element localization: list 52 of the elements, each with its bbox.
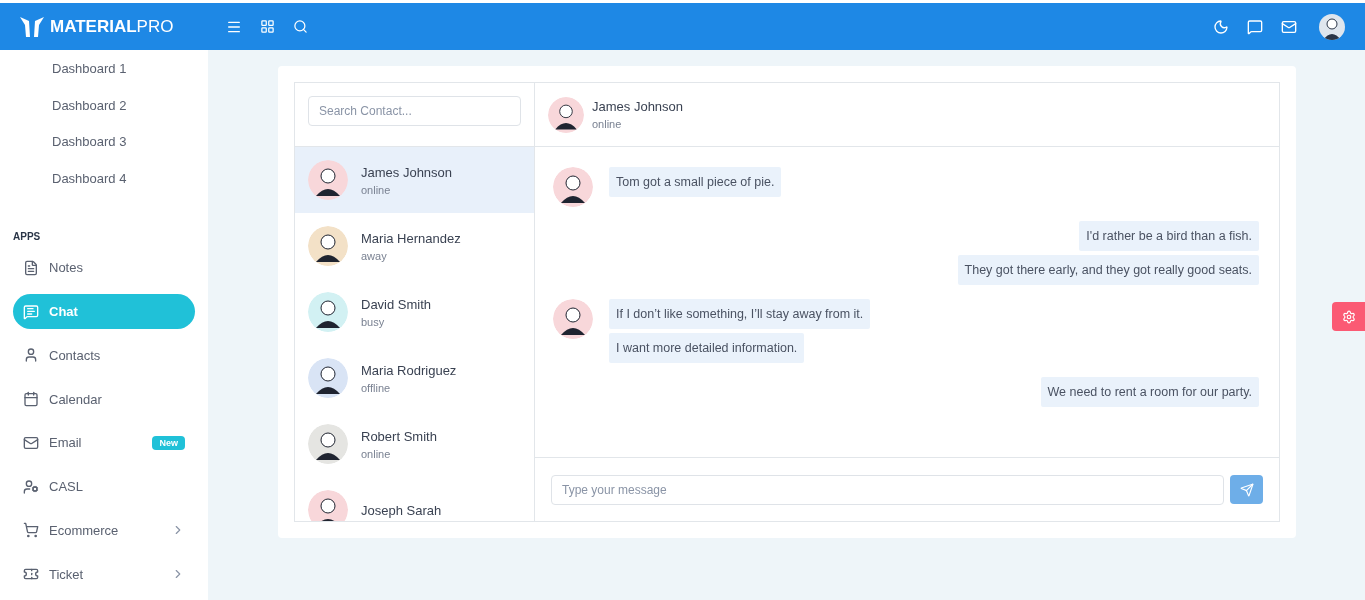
message-bubble: They got there early, and they got really good seats. xyxy=(957,255,1259,285)
avatar xyxy=(548,96,584,133)
contact-name: David Smith xyxy=(361,296,432,312)
calendar-icon xyxy=(23,391,39,408)
document-icon xyxy=(23,259,39,276)
sidebar-link[interactable]: Dashboard 1 xyxy=(13,50,195,87)
logo-text: MATERIALPRO xyxy=(50,16,174,37)
cart-icon xyxy=(23,522,39,539)
search-field[interactable]: Search Contact... xyxy=(308,96,521,126)
sidebar-item[interactable]: Ticket xyxy=(13,556,195,593)
send-icon xyxy=(1239,482,1254,497)
message-bubble: We need to rent a room for our party. xyxy=(1040,377,1259,407)
avatar xyxy=(553,167,593,207)
message-field[interactable]: Type your message xyxy=(551,474,1225,505)
sidebar-item[interactable]: Email New xyxy=(13,425,195,461)
gear-icon xyxy=(1341,309,1356,324)
new-badge: New xyxy=(152,435,185,450)
sidebar-item[interactable]: Contacts xyxy=(13,337,195,374)
contact-status: online xyxy=(361,447,392,460)
user-gear-icon xyxy=(23,478,39,495)
message-bubble: I'd rather be a bird than a fish. xyxy=(1079,221,1259,251)
chat-contact-name: James Johnson xyxy=(592,99,684,114)
chat-icon xyxy=(23,303,39,320)
chat-contact-status: online xyxy=(592,118,623,130)
contact-name: Robert Smith xyxy=(361,428,437,444)
message-bubble: I want more detailed information. xyxy=(609,333,805,363)
contact-status: offline xyxy=(361,381,392,394)
sidebar-link[interactable]: Dashboard 2 xyxy=(13,86,195,124)
sidebar-item[interactable]: Notes xyxy=(13,249,195,286)
contact-status: online xyxy=(361,183,392,196)
contact-status: busy xyxy=(361,315,386,328)
logo-icon xyxy=(20,16,44,37)
contact-name: Maria Rodriguez xyxy=(361,362,457,378)
person-icon xyxy=(23,347,39,364)
sidebar-item[interactable]: Calendar xyxy=(13,381,195,417)
avatar xyxy=(553,299,593,339)
sidebar-link[interactable]: Dashboard 4 xyxy=(13,160,195,197)
message-bubble: Tom got a small piece of pie. xyxy=(609,167,782,197)
user-avatar[interactable] xyxy=(1319,13,1345,40)
contact-status: away xyxy=(361,249,388,262)
contact-name: Maria Hernandez xyxy=(361,230,461,246)
mail-icon xyxy=(23,434,39,451)
sidebar-item[interactable]: Ecommerce xyxy=(13,512,195,549)
sidebar-link[interactable]: Dashboard 3 xyxy=(13,123,195,161)
contact-name: James Johnson xyxy=(361,164,453,180)
section-heading: APPS xyxy=(13,230,42,242)
settings-button[interactable] xyxy=(1332,302,1365,331)
message-bubble: If I don’t like something, I’ll stay away from it. xyxy=(609,299,871,329)
contact-name: Joseph Sarah xyxy=(361,502,442,518)
send-button[interactable] xyxy=(1230,475,1263,504)
sidebar-item[interactable]: CASL xyxy=(13,468,195,505)
contact-item[interactable]: James Johnson online xyxy=(295,147,534,213)
